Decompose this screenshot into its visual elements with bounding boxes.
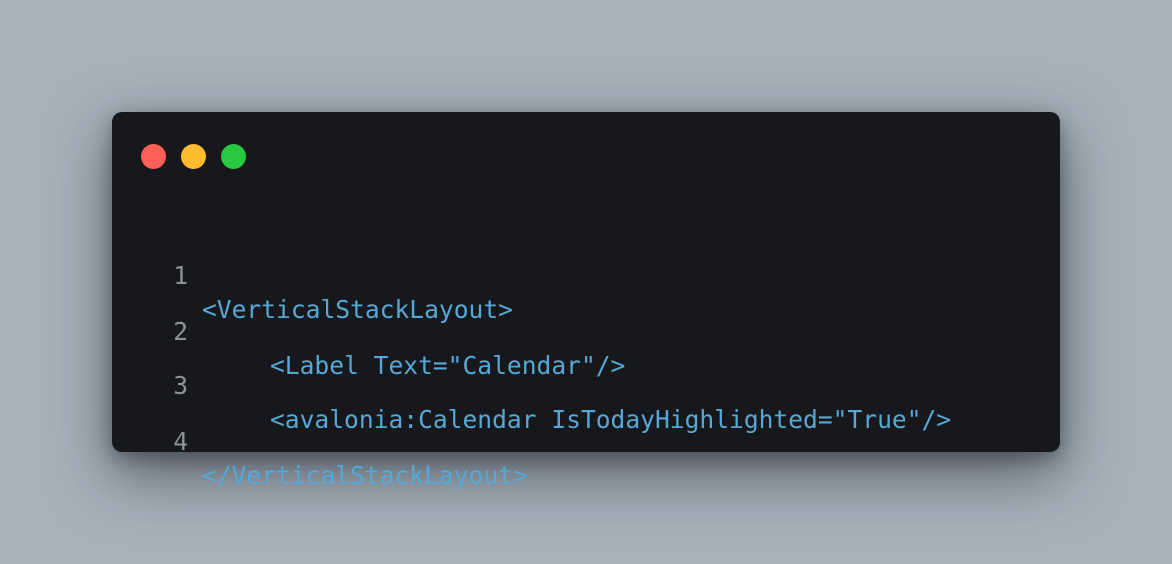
code-text: <avalonia:Calendar IsTodayHighlighted="T… bbox=[270, 405, 952, 434]
code-line: 1 <VerticalStackLayout> bbox=[112, 225, 513, 324]
code-text: <VerticalStackLayout> bbox=[202, 295, 513, 324]
code-line: 4 </VerticalStackLayout> bbox=[112, 391, 528, 490]
code-text: <Label Text="Calendar"/> bbox=[270, 351, 626, 380]
code-text: </VerticalStackLayout> bbox=[202, 461, 528, 490]
code-line: 3 <avalonia:Calendar IsTodayHighlighted=… bbox=[112, 335, 951, 434]
code-window: 1 <VerticalStackLayout> 2 <Label Text="C… bbox=[112, 112, 1060, 490]
code-line: 2 <Label Text="Calendar"/> bbox=[112, 281, 625, 380]
line-number: 4 bbox=[173, 427, 188, 456]
code-block: 1 <VerticalStackLayout> 2 <Label Text="C… bbox=[112, 112, 1060, 490]
